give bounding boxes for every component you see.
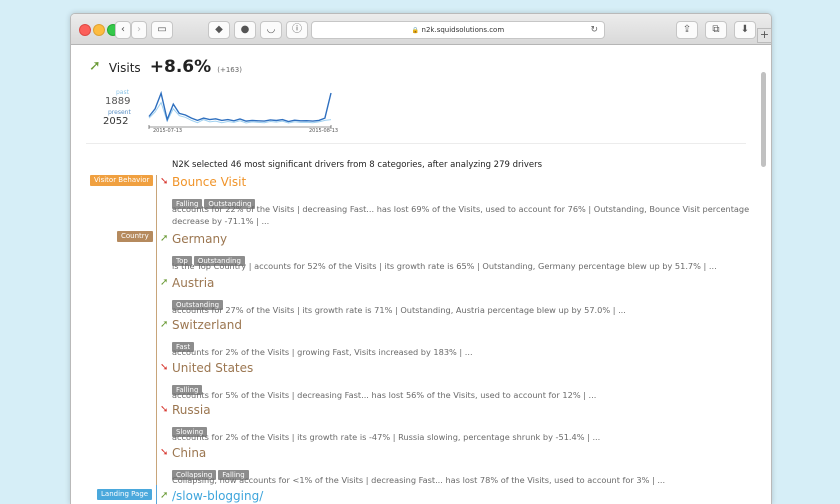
new-tab-button[interactable]: + [757, 28, 772, 43]
category-landing-page[interactable]: Landing Page [97, 489, 153, 500]
scrollbar-thumb[interactable] [761, 72, 766, 167]
driver-tags: Falling Outstanding [172, 191, 750, 209]
forward-button[interactable]: › [131, 21, 147, 39]
driver-tags: Outstanding [172, 292, 750, 310]
driver-description: accounts for 27% of the Visits | its gro… [172, 305, 626, 315]
trend-down-icon: ➘ [160, 447, 169, 458]
driver-description: accounts for 5% of the Visits | decreasi… [172, 390, 597, 400]
category-country[interactable]: Country [117, 231, 153, 242]
close-window-button[interactable] [79, 24, 91, 36]
back-button[interactable]: ‹ [115, 21, 131, 39]
timeline-line [156, 175, 157, 504]
summary-text: N2K selected 46 most significant drivers… [172, 160, 543, 170]
driver-tags: Collapsing Falling [172, 462, 750, 480]
address-bar[interactable]: 🔒 n2k.squidsolutions.com ↻ [311, 21, 605, 39]
driver-row: ➚/slow-blogging/New [160, 489, 750, 504]
driver-description: accounts for 2% of the Visits | growing … [172, 347, 473, 357]
trend-down-icon: ➘ [160, 362, 169, 373]
trend-down-icon: ➘ [160, 404, 169, 415]
sparkline-series [148, 90, 332, 123]
driver-description: is the Top Country | accounts for 52% of… [172, 261, 717, 271]
driver-row: ➘ Russia Slowing accounts for 2% of the Vis… [160, 403, 750, 443]
driver-row: ➘ United States Falling accounts for 5% of … [160, 361, 750, 401]
trend-up-icon: ➚ [160, 277, 169, 288]
metric-label: Visits [108, 61, 141, 75]
page-content: ➚ Visits +8.6% (+163) past 1889 present … [71, 45, 761, 504]
pinterest-icon[interactable]: ● [234, 21, 256, 39]
downloads-icon[interactable]: ⬇ [734, 21, 756, 39]
info-icon[interactable]: ⓘ [286, 21, 308, 39]
driver-row: ➚ Austria Outstanding accounts for 27% of t… [160, 276, 750, 316]
driver-row: ➘ China Collapsing Falling Collapsing, now a… [160, 446, 750, 486]
lock-icon: 🔒 [411, 27, 420, 34]
driver-row: ➚ Germany Top Outstanding is the Top Country… [160, 232, 750, 272]
reload-icon[interactable]: ↻ [590, 22, 598, 38]
driver-tags: Fast [172, 334, 750, 352]
driver-row: ➘ Bounce Visit Falling Outstanding accounts … [160, 175, 750, 227]
trend-up-icon: ➚ [160, 490, 169, 501]
driver-tags: Slowing [172, 419, 750, 437]
driver-name[interactable]: Bounce Visit [172, 175, 750, 189]
sidebar-toggle-icon[interactable]: ▭ [151, 21, 173, 39]
driver-name[interactable]: United States [172, 361, 750, 375]
driver-name[interactable]: Germany [172, 232, 750, 246]
minimize-window-button[interactable] [93, 24, 105, 36]
timeline-line-landing [156, 485, 157, 504]
browser-window: ‹ › ▭ ◆ ● ◡ ⓘ 🔒 n2k.squidsolutions.com ↻… [70, 13, 772, 504]
url-text: n2k.squidsolutions.com [421, 26, 505, 34]
sparkline-series [148, 101, 332, 124]
metric-header: ➚ Visits +8.6% (+163) [89, 57, 242, 77]
pocket-icon[interactable]: ◡ [260, 21, 282, 39]
driver-name[interactable]: China [172, 446, 750, 460]
share-icon[interactable]: ⇪ [676, 21, 698, 39]
tag-icon[interactable]: ◆ [208, 21, 230, 39]
driver-name[interactable]: Austria [172, 276, 750, 290]
trend-down-icon: ➘ [160, 176, 169, 187]
date-end-label: 2015-08-13 [309, 128, 338, 133]
driver-name[interactable]: /slow-blogging/ [172, 489, 750, 503]
visits-sparkline: 2015-07-13 2015-08-13 [148, 90, 338, 133]
trend-up-icon: ➚ [160, 233, 169, 244]
driver-description: accounts for 2% of the Visits | its grow… [172, 432, 601, 442]
category-visitor-behavior[interactable]: Visitor Behavior [90, 175, 154, 186]
driver-name[interactable]: Russia [172, 403, 750, 417]
driver-description: Collapsing, now accounts for <1% of the … [172, 475, 666, 485]
driver-description: accounts for 22% of the Visits | decreas… [172, 204, 750, 226]
metric-change-abs: (+163) [217, 66, 242, 74]
driver-row: ➚ Switzerland Fast accounts for 2% of the V… [160, 318, 750, 358]
divider [86, 143, 746, 144]
driver-tags: Top Outstanding [172, 248, 750, 266]
driver-name[interactable]: Switzerland [172, 318, 750, 332]
driver-tags: Falling [172, 377, 750, 395]
trend-up-icon: ➚ [160, 319, 169, 330]
browser-toolbar: ‹ › ▭ ◆ ● ◡ ⓘ 🔒 n2k.squidsolutions.com ↻… [71, 14, 771, 45]
trend-up-icon: ➚ [89, 58, 101, 74]
date-start-label: 2015-07-13 [153, 128, 182, 133]
metric-change-pct: +8.6% [149, 57, 212, 77]
tabs-icon[interactable]: ⧉ [705, 21, 727, 39]
